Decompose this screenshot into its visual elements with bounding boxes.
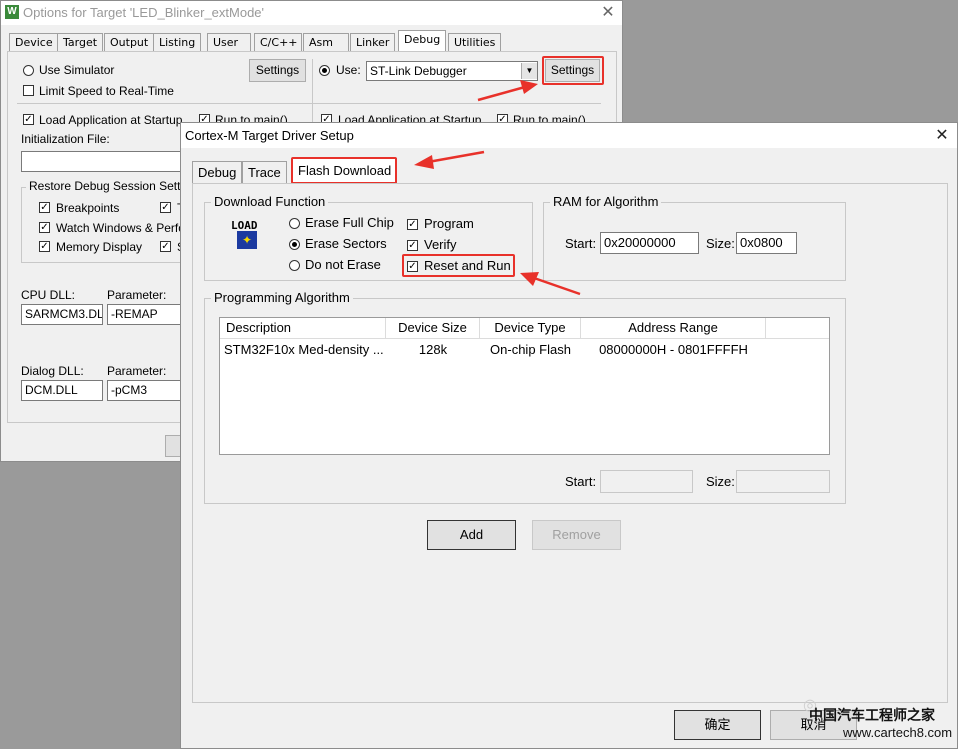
flash-download-highlight-box (291, 157, 397, 184)
tab-utilities[interactable]: Utilities (448, 33, 502, 51)
toolbox-checkbox[interactable]: ✓ (160, 202, 171, 213)
watermark-line1: 中国汽车工程师之家 (809, 708, 935, 724)
horizontal-divider (17, 103, 601, 104)
dialog-tab-trace[interactable]: Trace (242, 161, 287, 183)
do-not-erase-radio[interactable] (289, 260, 300, 271)
algorithm-size-input (736, 470, 830, 493)
row-device-type: On-chip Flash (490, 342, 571, 357)
ram-size-label: Size: (706, 236, 735, 251)
cpu-param-label: Parameter: (107, 288, 167, 302)
tab-user[interactable]: User (207, 33, 251, 51)
algorithm-start-label: Start: (565, 474, 597, 489)
row-address-range: 08000000H - 0801FFFFH (599, 342, 748, 357)
do-not-erase-label: Do not Erase (305, 257, 381, 272)
settings-highlight-box (542, 56, 604, 85)
cpu-dll-label: CPU DLL: (21, 288, 76, 302)
dropdown-chevron-icon[interactable]: ▼ (521, 63, 537, 79)
init-file-label: Initialization File: (21, 132, 110, 146)
cpu-dll-input[interactable]: SARMCM3.DLL (21, 304, 103, 325)
tab-listing[interactable]: Listing (153, 33, 202, 51)
dialog-tab-debug[interactable]: Debug (192, 161, 243, 183)
column-header-description[interactable]: Description (220, 318, 386, 338)
table-row[interactable]: STM32F10x Med-density ... 128k On-chip F… (220, 340, 829, 360)
algorithm-list[interactable]: Description Device Size Device Type Addr… (219, 317, 830, 455)
ram-start-input[interactable]: 0x20000000 (600, 232, 699, 254)
watermark-line2: www.cartech8.com (843, 725, 953, 740)
column-header-device-type[interactable]: Device Type (480, 318, 581, 338)
load-app-left-checkbox[interactable]: ✓ (23, 114, 34, 125)
ram-size-input[interactable]: 0x0800 (736, 232, 797, 254)
erase-sectors-label: Erase Sectors (305, 236, 387, 251)
cpu-param-input[interactable]: -REMAP (107, 304, 183, 325)
breakpoints-checkbox[interactable]: ✓ (39, 202, 50, 213)
row-device-size: 128k (418, 342, 448, 357)
remove-button[interactable]: Remove (532, 520, 621, 550)
algorithm-start-input (600, 470, 693, 493)
tab-output[interactable]: Output (104, 33, 155, 51)
restore-session-title: Restore Debug Session Settings (26, 179, 206, 193)
back-window-titlebar: W Options for Target 'LED_Blinker_extMod… (1, 1, 622, 25)
dialog-dll-input[interactable]: DCM.DLL (21, 380, 103, 401)
erase-sectors-radio[interactable] (289, 239, 300, 250)
limit-speed-checkbox[interactable] (23, 85, 34, 96)
reset-and-run-highlight-box (402, 254, 515, 277)
program-checkbox[interactable]: ✓ (407, 219, 418, 230)
erase-full-chip-radio[interactable] (289, 218, 300, 229)
system-viewer-checkbox[interactable]: ✓ (160, 241, 171, 252)
tab-debug[interactable]: Debug (398, 30, 447, 51)
use-debugger-radio[interactable] (319, 65, 330, 76)
programming-algorithm-title: Programming Algorithm (211, 290, 353, 305)
vertical-divider (312, 59, 313, 129)
init-file-input[interactable] (21, 151, 201, 172)
tab-target[interactable]: Target (57, 33, 104, 51)
use-simulator-radio[interactable] (23, 65, 34, 76)
dialog-param-label: Parameter: (107, 364, 167, 378)
row-description: STM32F10x Med-density ... (224, 342, 384, 357)
tab-c-cpp[interactable]: C/C++ (254, 33, 302, 51)
debugger-select[interactable]: ST-Link Debugger (366, 61, 538, 81)
load-icon: LOAD ✦ (231, 219, 263, 251)
dialog-titlebar: Cortex-M Target Driver Setup ✕ (181, 123, 957, 148)
erase-full-chip-label: Erase Full Chip (305, 215, 394, 230)
back-window-close-icon[interactable]: ✕ (593, 1, 623, 25)
limit-speed-label: Limit Speed to Real-Time (39, 84, 174, 98)
keil-app-icon: W (5, 5, 19, 19)
dialog-close-icon[interactable]: ✕ (927, 124, 957, 148)
use-label: Use: (336, 63, 361, 77)
algorithm-size-label: Size: (706, 474, 735, 489)
tab-asm[interactable]: Asm (303, 33, 349, 51)
tab-linker[interactable]: Linker (350, 33, 396, 51)
verify-checkbox[interactable]: ✓ (407, 240, 418, 251)
load-arrow-icon: ✦ (237, 231, 257, 249)
tab-device[interactable]: Device (9, 33, 59, 51)
program-label: Program (424, 216, 474, 231)
dialog-param-input[interactable]: -pCM3 (107, 380, 183, 401)
dialog-title: Cortex-M Target Driver Setup (185, 128, 354, 143)
download-function-title: Download Function (211, 194, 329, 209)
watch-windows-label: Watch Windows & Perform (56, 221, 199, 235)
cortex-m-driver-setup-dialog: Cortex-M Target Driver Setup ✕ Debug Tra… (180, 122, 958, 749)
watermark: ◎ 中国汽车工程师之家 www.cartech8.com (803, 695, 955, 745)
column-header-address-range[interactable]: Address Range (581, 318, 766, 338)
dialog-dll-label: Dialog DLL: (21, 364, 84, 378)
load-app-left-label: Load Application at Startup (39, 113, 183, 127)
memory-display-label: Memory Display (56, 240, 143, 254)
back-window-title: Options for Target 'LED_Blinker_extMode' (23, 5, 265, 20)
settings-left-button[interactable]: Settings (249, 59, 306, 82)
column-header-device-size[interactable]: Device Size (386, 318, 480, 338)
add-button[interactable]: Add (427, 520, 516, 550)
verify-label: Verify (424, 237, 457, 252)
use-simulator-label: Use Simulator (39, 63, 115, 77)
ram-start-label: Start: (565, 236, 597, 251)
ok-button[interactable]: 确定 (674, 710, 761, 740)
memory-display-checkbox[interactable]: ✓ (39, 241, 50, 252)
watch-windows-checkbox[interactable]: ✓ (39, 222, 50, 233)
ram-for-algorithm-title: RAM for Algorithm (550, 194, 662, 209)
breakpoints-label: Breakpoints (56, 201, 120, 215)
